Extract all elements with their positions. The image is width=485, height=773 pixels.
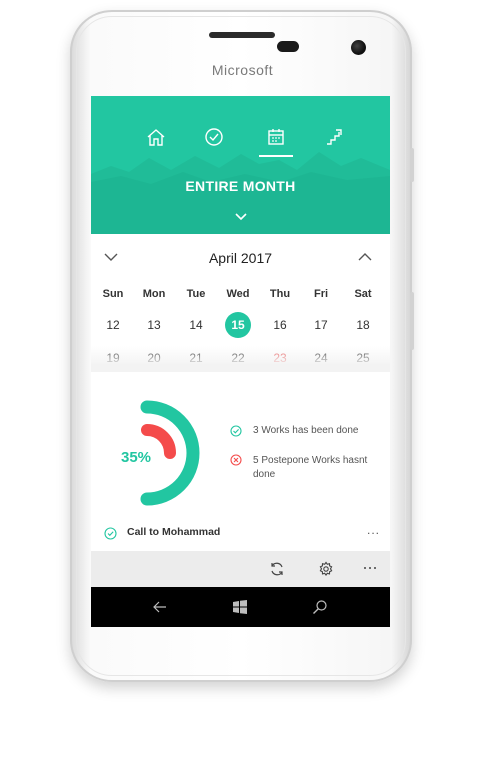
calendar-fade <box>91 346 390 366</box>
weekday-label: Sun <box>102 288 124 300</box>
calendar-day[interactable]: 13 <box>139 313 169 337</box>
done-legend-text: 3 Works has been done <box>253 425 359 436</box>
check-circle-icon[interactable] <box>104 527 117 540</box>
sensor <box>277 41 299 52</box>
weekday-label: Thu <box>269 288 291 300</box>
month-title: April 2017 <box>208 250 273 266</box>
earpiece <box>209 32 275 38</box>
task-label: Call to Mohammad <box>127 526 221 538</box>
home-icon[interactable] <box>145 126 167 148</box>
task-item[interactable]: Call to Mohammad ... <box>91 522 390 546</box>
check-circle-icon <box>230 425 242 437</box>
app-bar <box>91 551 390 587</box>
header-banner: ENTIRE MONTH <box>91 96 390 234</box>
view-mode-title[interactable]: ENTIRE MONTH <box>91 178 390 194</box>
check-circle-icon[interactable] <box>203 126 225 148</box>
postpone-text-line1: 5 Postepone Works hasnt <box>253 455 368 466</box>
postpone-legend-text: 5 Postepone Works hasnt done <box>253 454 367 482</box>
progress-percent: 35% <box>121 449 152 466</box>
next-month-button[interactable] <box>357 250 373 264</box>
calendar-day[interactable]: 16 <box>265 313 295 337</box>
calendar-icon[interactable] <box>265 126 287 148</box>
active-tab-indicator <box>259 155 293 157</box>
more-icon[interactable] <box>362 559 378 575</box>
device-brand: Microsoft <box>211 62 274 78</box>
stairs-icon[interactable] <box>323 126 345 148</box>
calendar-day[interactable]: 12 <box>98 313 128 337</box>
calendar-day[interactable]: 17 <box>306 313 336 337</box>
windows-icon[interactable] <box>232 599 248 615</box>
section-divider <box>91 364 390 372</box>
month-selector: April 2017 <box>91 246 390 270</box>
search-icon[interactable] <box>312 599 328 615</box>
back-icon[interactable] <box>152 599 168 615</box>
calendar-day[interactable]: 18 <box>348 313 378 337</box>
weekday-label: Sat <box>354 288 372 300</box>
close-circle-icon <box>230 454 242 466</box>
weekday-label: Fri <box>313 288 329 300</box>
more-icon[interactable]: ... <box>367 523 380 537</box>
volume-button <box>410 292 414 350</box>
system-nav-bar <box>91 587 390 627</box>
weekday-label: Wed <box>226 288 250 300</box>
weekday-label: Tue <box>186 288 206 300</box>
sync-icon[interactable] <box>269 561 285 577</box>
chevron-down-icon[interactable] <box>234 212 248 222</box>
calendar-day-selected[interactable]: 15 <box>225 312 251 338</box>
postpone-text-line2: done <box>253 469 276 480</box>
settings-icon[interactable] <box>318 561 334 577</box>
front-camera <box>351 40 366 55</box>
power-button <box>410 148 414 182</box>
calendar-day[interactable]: 14 <box>181 313 211 337</box>
weekday-label: Mon <box>142 288 166 300</box>
app-screen: ENTIRE MONTH April 2017 Sun Mon Tue Wed … <box>91 96 390 627</box>
